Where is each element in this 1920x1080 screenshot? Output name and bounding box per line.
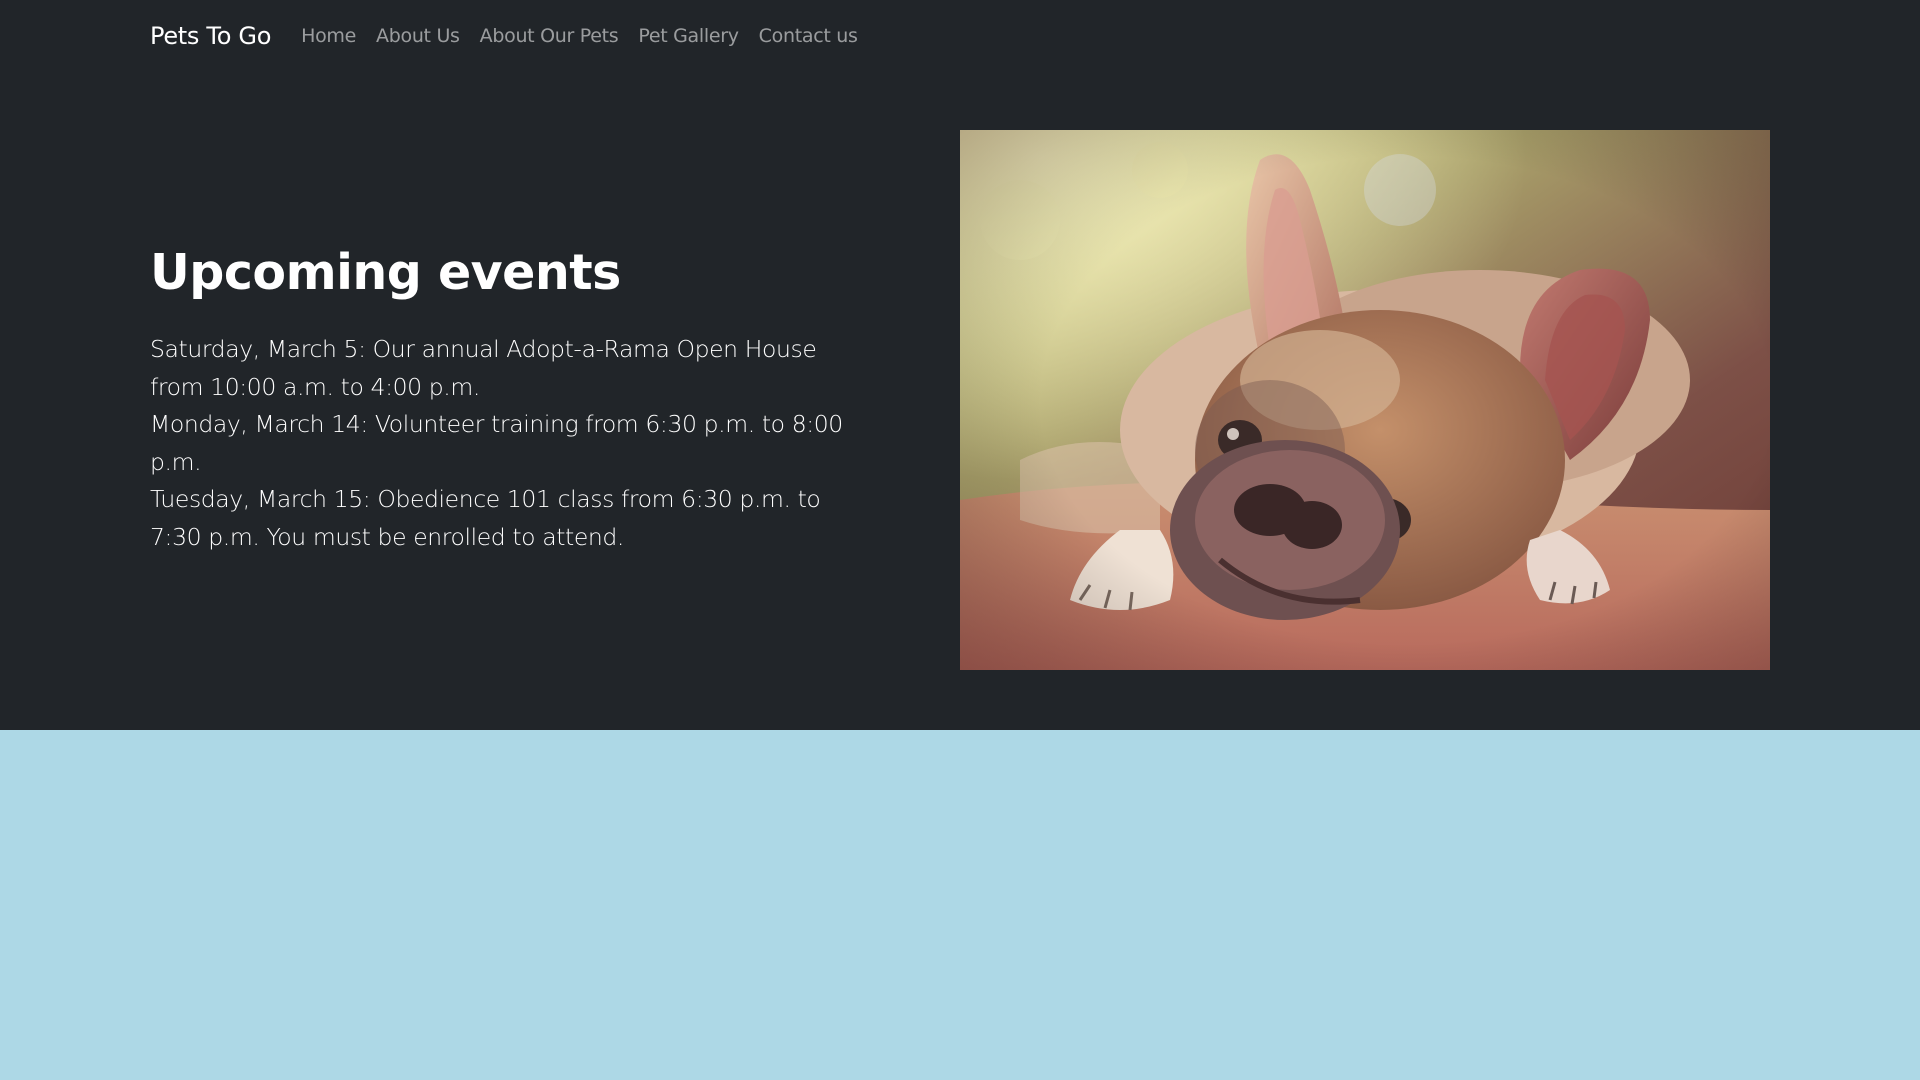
bulldog-illustration bbox=[960, 130, 1770, 670]
brand-link[interactable]: Pets To Go bbox=[150, 22, 271, 50]
nav-link-about-us[interactable]: About Us bbox=[366, 25, 470, 47]
nav-link-pet-gallery[interactable]: Pet Gallery bbox=[628, 25, 748, 47]
nav-link-about-our-pets[interactable]: About Our Pets bbox=[470, 25, 629, 47]
nav-item-home: Home bbox=[291, 25, 366, 47]
events-list: Saturday, March 5: Our annual Adopt-a-Ra… bbox=[150, 331, 860, 556]
event-item: Monday, March 14: Volunteer training fro… bbox=[150, 410, 843, 476]
nav-item-about-us: About Us bbox=[366, 25, 470, 47]
events-section: Upcoming events Saturday, March 5: Our a… bbox=[150, 244, 860, 556]
event-item: Saturday, March 5: Our annual Adopt-a-Ra… bbox=[150, 335, 817, 401]
nav-link-contact-us[interactable]: Contact us bbox=[749, 25, 868, 47]
event-item: Tuesday, March 15: Obedience 101 class f… bbox=[150, 485, 821, 551]
nav-item-about-our-pets: About Our Pets bbox=[470, 25, 629, 47]
nav-item-pet-gallery: Pet Gallery bbox=[628, 25, 748, 47]
events-heading: Upcoming events bbox=[150, 244, 621, 301]
french-bulldog-photo bbox=[960, 130, 1770, 670]
page: Pets To Go Home About Us About Our Pets … bbox=[0, 0, 1920, 1080]
nav-list: Home About Us About Our Pets Pet Gallery… bbox=[291, 25, 867, 47]
hero-section: Pets To Go Home About Us About Our Pets … bbox=[0, 0, 1920, 730]
navbar: Pets To Go Home About Us About Our Pets … bbox=[150, 0, 868, 72]
nav-link-home[interactable]: Home bbox=[291, 25, 366, 47]
nav-item-contact-us: Contact us bbox=[749, 25, 868, 47]
